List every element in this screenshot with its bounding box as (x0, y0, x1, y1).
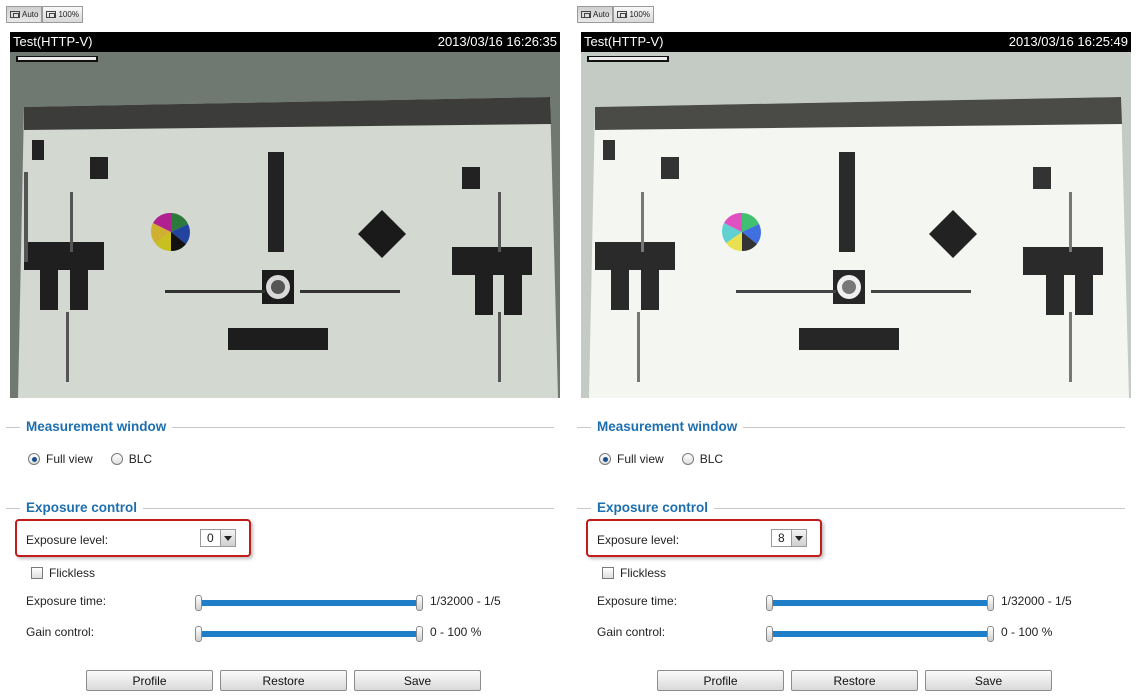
save-button[interactable]: Save (354, 670, 481, 691)
test-chart-image (10, 52, 560, 398)
full-view-radio[interactable] (599, 453, 611, 465)
slider-min-handle[interactable] (766, 626, 773, 642)
zoom-100-label: 100% (58, 10, 79, 19)
zoom-100-button[interactable]: 100% (42, 6, 83, 23)
full-view-label: Full view (46, 452, 93, 466)
full-view-radio[interactable] (28, 453, 40, 465)
chevron-down-icon[interactable] (220, 530, 235, 546)
slider-range (770, 631, 990, 637)
gain-control-value: 0 - 100 % (1001, 625, 1053, 639)
flickless-label: Flickless (620, 566, 667, 580)
stream-name: Test(HTTP-V) (13, 34, 93, 49)
slider-max-handle[interactable] (987, 626, 994, 642)
exposure-control-title: Exposure control (20, 500, 144, 516)
slider-range (199, 600, 419, 606)
gain-control-slider[interactable] (766, 626, 994, 642)
actual-size-icon (46, 11, 57, 18)
restore-button[interactable]: Restore (791, 670, 918, 691)
live-video-view[interactable] (581, 52, 1131, 398)
exposure-level-select[interactable]: 8 (771, 529, 807, 547)
exposure-control-section: Exposure control (6, 500, 554, 516)
blc-radio[interactable] (110, 453, 123, 465)
full-view-label: Full view (617, 452, 664, 466)
slider-min-handle[interactable] (195, 626, 202, 642)
slider-max-handle[interactable] (416, 626, 423, 642)
slider-max-handle[interactable] (987, 595, 994, 611)
profile-button[interactable]: Profile (657, 670, 784, 691)
zoom-100-button[interactable]: 100% (613, 6, 654, 23)
zoom-auto-button[interactable]: Auto (6, 6, 43, 23)
slider-range (199, 631, 419, 637)
exposure-level-value: 8 (778, 531, 785, 545)
gain-control-label: Gain control: (26, 625, 95, 639)
zoom-auto-label: Auto (593, 10, 610, 19)
exposure-time-label: Exposure time: (26, 594, 107, 608)
slider-min-handle[interactable] (195, 595, 202, 611)
gain-control-slider[interactable] (195, 626, 423, 642)
measurement-window-title: Measurement window (20, 419, 173, 435)
exposure-time-slider[interactable] (766, 595, 994, 611)
zoom-auto-label: Auto (22, 10, 39, 19)
measurement-radio-group: Full view BLC (28, 452, 164, 466)
slider-min-handle[interactable] (766, 595, 773, 611)
exposure-level-label: Exposure level: (26, 533, 109, 547)
flickless-label: Flickless (49, 566, 96, 580)
exposure-level-label: Exposure level: (597, 533, 680, 547)
flickless-row: Flickless (31, 566, 95, 580)
exposure-time-label: Exposure time: (597, 594, 678, 608)
fit-window-icon (581, 11, 591, 18)
action-buttons: Profile Restore Save (86, 670, 481, 691)
video-title-bar: Test(HTTP-V) 2013/03/16 16:25:49 (581, 32, 1131, 52)
blc-label: BLC (128, 452, 153, 466)
measurement-window-title: Measurement window (591, 419, 744, 435)
zoom-auto-button[interactable]: Auto (577, 6, 614, 23)
exposure-control-title: Exposure control (591, 500, 715, 516)
blc-label: BLC (699, 452, 724, 466)
profile-button[interactable]: Profile (86, 670, 213, 691)
exposure-control-section: Exposure control (577, 500, 1125, 516)
actual-size-icon (617, 11, 628, 18)
camera-panel-left: Auto 100% Test(HTTP-V) 2013/03/16 16:26:… (6, 0, 562, 700)
exposure-time-value: 1/32000 - 1/5 (1001, 594, 1072, 608)
slider-max-handle[interactable] (416, 595, 423, 611)
exposure-level-value: 0 (207, 531, 214, 545)
slider-range (770, 600, 990, 606)
measurement-radio-group: Full view BLC (599, 452, 735, 466)
gain-control-label: Gain control: (597, 625, 666, 639)
gain-control-value: 0 - 100 % (430, 625, 482, 639)
save-button[interactable]: Save (925, 670, 1052, 691)
restore-button[interactable]: Restore (220, 670, 347, 691)
zoom-100-label: 100% (629, 10, 650, 19)
blc-radio[interactable] (681, 453, 694, 465)
exposure-time-value: 1/32000 - 1/5 (430, 594, 501, 608)
measurement-window-section: Measurement window (577, 419, 1125, 435)
flickless-checkbox[interactable] (602, 567, 614, 579)
measurement-window-section: Measurement window (6, 419, 554, 435)
flickless-checkbox[interactable] (31, 567, 43, 579)
exposure-time-slider[interactable] (195, 595, 423, 611)
action-buttons: Profile Restore Save (657, 670, 1052, 691)
video-title-bar: Test(HTTP-V) 2013/03/16 16:26:35 (10, 32, 560, 52)
flickless-row: Flickless (602, 566, 666, 580)
live-video-view[interactable] (10, 52, 560, 398)
stream-timestamp: 2013/03/16 16:25:49 (1008, 34, 1128, 49)
zoom-toolbar: Auto 100% (6, 6, 83, 23)
chevron-down-icon[interactable] (791, 530, 806, 546)
zoom-toolbar: Auto 100% (577, 6, 654, 23)
fit-window-icon (10, 11, 20, 18)
stream-timestamp: 2013/03/16 16:26:35 (437, 34, 557, 49)
exposure-level-select[interactable]: 0 (200, 529, 236, 547)
camera-panel-right: Auto 100% Test(HTTP-V) 2013/03/16 16:25:… (577, 0, 1133, 700)
stream-name: Test(HTTP-V) (584, 34, 664, 49)
test-chart-image (581, 52, 1131, 398)
